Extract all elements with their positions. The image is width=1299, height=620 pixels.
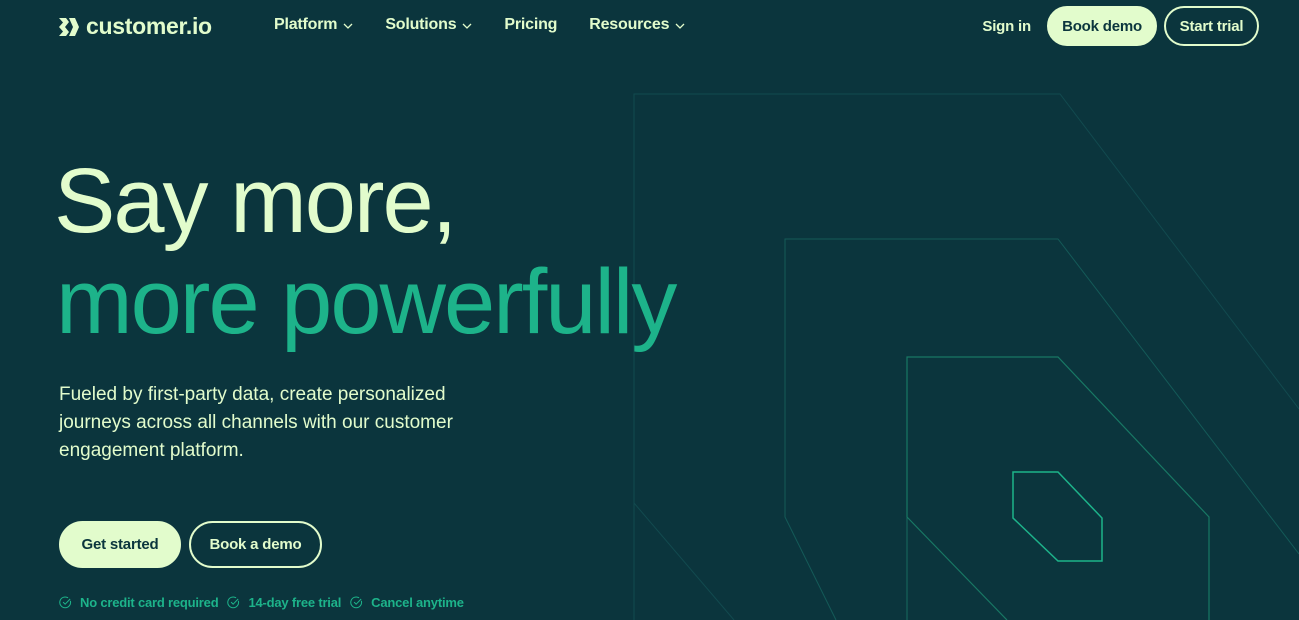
check-circle-icon bbox=[59, 596, 72, 609]
chevron-down-icon bbox=[462, 23, 472, 29]
perk-item: 14-day free trial bbox=[227, 595, 341, 610]
book-demo-button[interactable]: Book demo bbox=[1047, 6, 1157, 46]
octagon-outline-third-shape bbox=[829, 517, 929, 620]
hero-title-line-2: more powerfully bbox=[56, 251, 677, 353]
hero-subtitle: Fueled by first-party data, create perso… bbox=[59, 384, 453, 461]
nav-item-label: Resources bbox=[589, 16, 670, 33]
chevron-diamond-logo-icon bbox=[59, 17, 79, 36]
hero-title-line-1: Say more, bbox=[54, 150, 457, 252]
logo-wordmark: customer.io bbox=[86, 13, 212, 39]
octagon-outline-second bbox=[784, 238, 1299, 620]
perk-item: No credit card required bbox=[59, 595, 219, 610]
account-actions: Sign in Book demo Start trial bbox=[982, 6, 1259, 46]
nav-item-label: Platform bbox=[274, 16, 338, 33]
octagon-outline-inner-large bbox=[906, 356, 1210, 620]
top-navigation: customer.io Platform Solutions Pricing R… bbox=[0, 0, 1299, 52]
nav-item-label: Pricing bbox=[504, 16, 558, 33]
check-circle-icon bbox=[350, 596, 363, 609]
octagon-outline-inner-large-bottom bbox=[906, 516, 1008, 620]
perk-label: Cancel anytime bbox=[371, 595, 464, 610]
perk-item: Cancel anytime bbox=[350, 595, 464, 610]
nav-item-platform[interactable]: Platform bbox=[274, 16, 353, 34]
octagon-outline-outer bbox=[633, 93, 1299, 620]
octagon-outline-outer-bottom bbox=[633, 502, 735, 620]
nav-item-label: Solutions bbox=[385, 16, 457, 33]
get-started-button[interactable]: Get started bbox=[59, 521, 181, 568]
nav-item-resources[interactable]: Resources bbox=[589, 16, 685, 34]
nav-item-pricing[interactable]: Pricing bbox=[504, 16, 557, 34]
sign-in-link[interactable]: Sign in bbox=[982, 18, 1031, 35]
perk-label: 14-day free trial bbox=[248, 595, 342, 610]
perk-label: No credit card required bbox=[80, 595, 219, 610]
chevron-down-icon bbox=[343, 23, 353, 29]
check-circle-icon bbox=[227, 596, 240, 609]
book-a-demo-button[interactable]: Book a demo bbox=[189, 521, 322, 568]
hero-cta-group: Get started Book a demo bbox=[59, 521, 322, 568]
hero-perks-list: No credit card required 14-day free tria… bbox=[59, 595, 473, 610]
logo-link[interactable]: customer.io bbox=[58, 13, 212, 40]
octagon-outline-core bbox=[1012, 471, 1103, 562]
chevron-down-icon bbox=[675, 23, 685, 29]
main-menu: Platform Solutions Pricing Resources bbox=[274, 16, 717, 34]
start-trial-button[interactable]: Start trial bbox=[1164, 6, 1259, 46]
nav-item-solutions[interactable]: Solutions bbox=[385, 16, 472, 34]
